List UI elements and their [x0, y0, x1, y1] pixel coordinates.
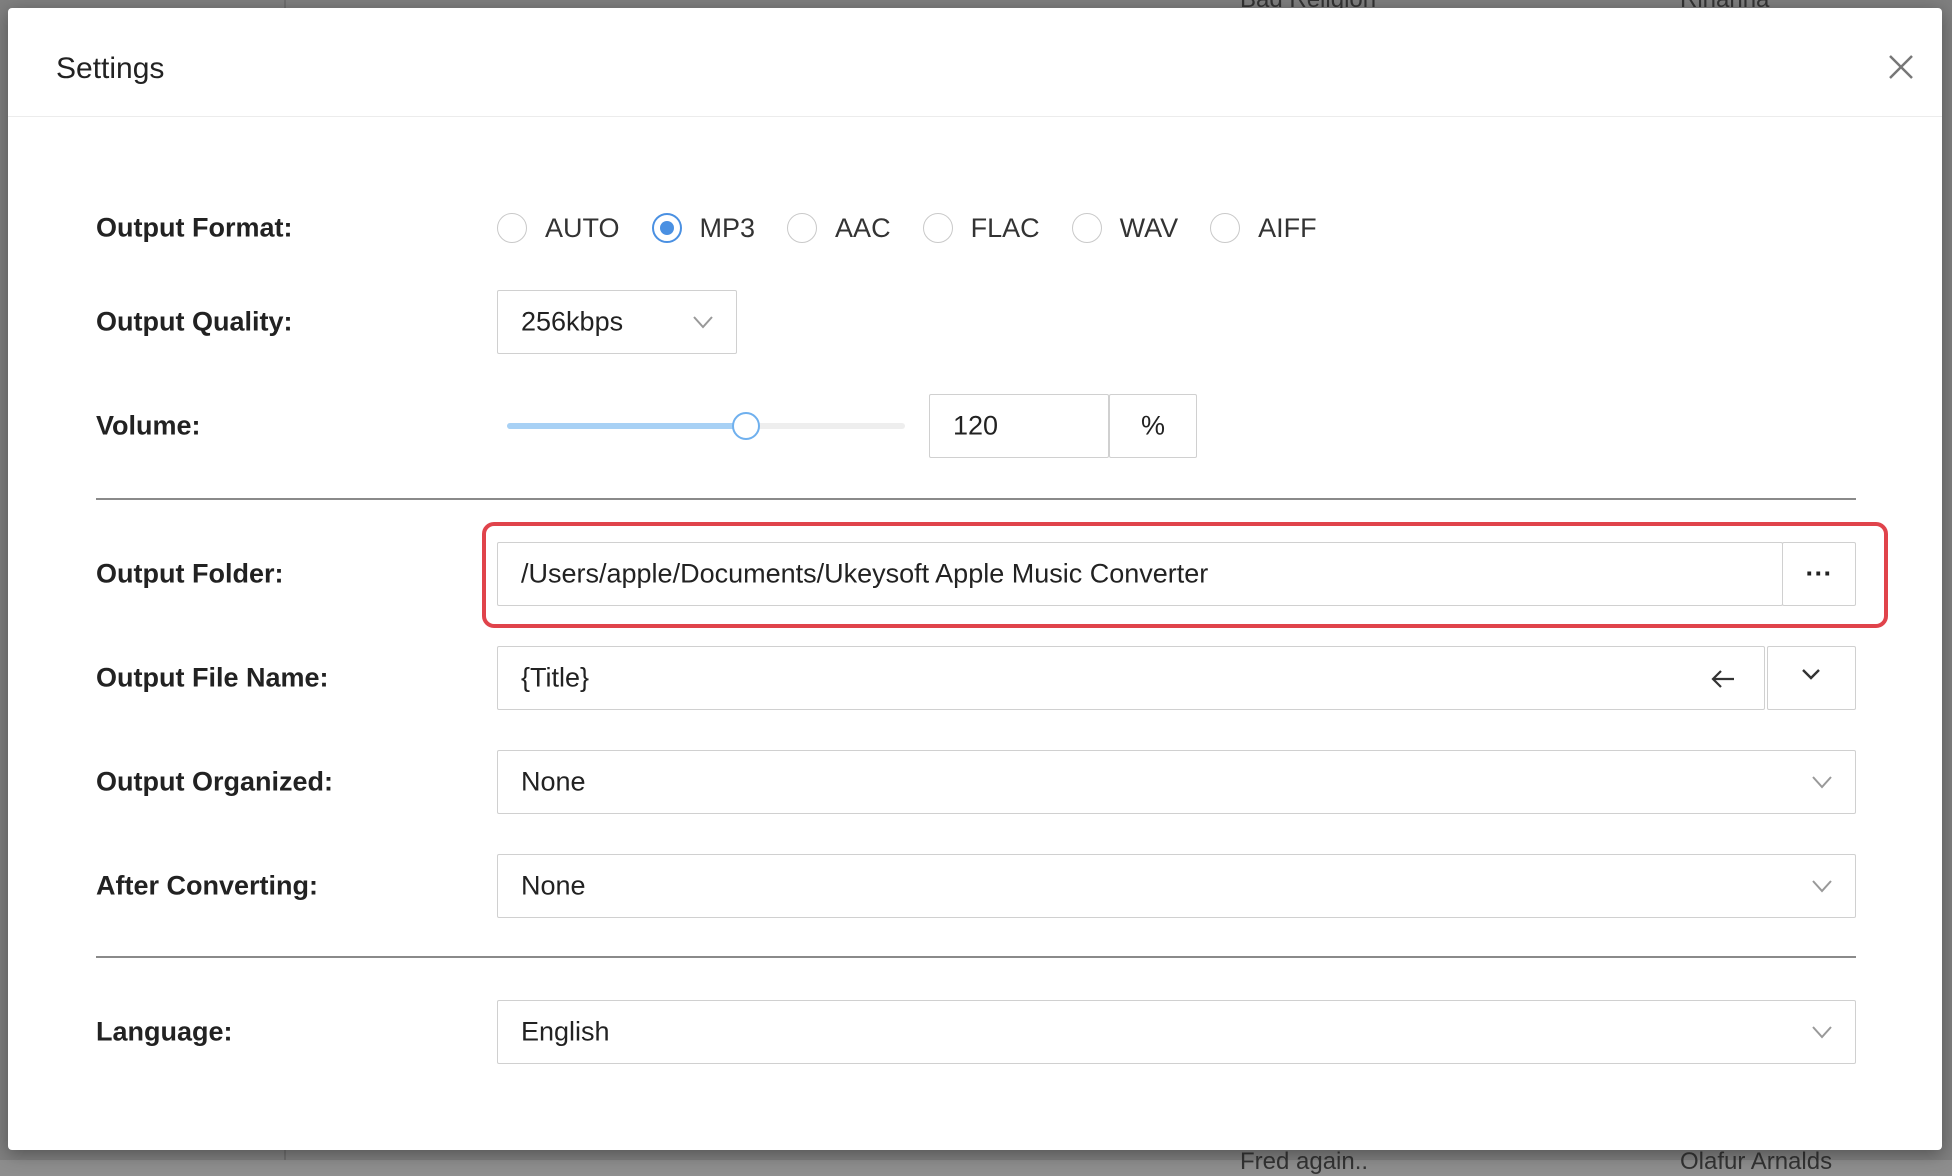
radio-button[interactable]	[497, 213, 527, 243]
format-option-label: AIFF	[1258, 212, 1317, 243]
volume-label: Volume:	[96, 410, 201, 441]
output-folder-value: /Users/apple/Documents/Ukeysoft Apple Mu…	[521, 558, 1209, 589]
settings-dialog: Settings Output Format: AUTO MP3 AAC FLA	[8, 8, 1942, 1150]
output-organized-value: None	[521, 766, 586, 797]
chevron-down-icon	[1802, 669, 1820, 680]
language-row: Language: English	[96, 1000, 1942, 1064]
format-option-label: MP3	[699, 212, 756, 243]
slider-track[interactable]	[507, 412, 905, 440]
output-file-name-input[interactable]: {Title}	[497, 646, 1765, 710]
more-icon: ···	[1805, 558, 1833, 589]
format-option-label: AUTO	[545, 212, 620, 243]
after-converting-value: None	[521, 870, 586, 901]
output-file-name-row: Output File Name: {Title}	[96, 646, 1942, 710]
output-format-label: Output Format:	[96, 212, 293, 243]
volume-input[interactable]: 120	[929, 394, 1109, 458]
format-option-label: AAC	[835, 212, 891, 243]
radio-button[interactable]	[1210, 213, 1241, 243]
format-option-aac[interactable]: AAC	[787, 213, 891, 244]
after-converting-row: After Converting: None	[96, 854, 1942, 918]
output-format-row: Output Format: AUTO MP3 AAC FLAC WAV AIF…	[96, 196, 1942, 260]
output-organized-select[interactable]: None	[497, 750, 1856, 814]
format-option-label: FLAC	[970, 212, 1040, 243]
output-quality-row: Output Quality: 256kbps	[96, 290, 1942, 354]
chevron-down-icon	[1812, 880, 1832, 893]
radio-button[interactable]	[922, 213, 953, 243]
section-divider	[96, 498, 1856, 500]
volume-unit-label: %	[1140, 410, 1165, 441]
output-organized-row: Output Organized: None	[96, 750, 1942, 814]
section-divider	[96, 956, 1856, 958]
format-option-wav[interactable]: WAV	[1071, 212, 1179, 244]
background-artist-3: Fred again..	[1240, 1148, 1369, 1175]
after-converting-label: After Converting:	[96, 870, 318, 901]
chevron-down-icon	[693, 316, 713, 329]
radio-button-selected[interactable]	[651, 213, 682, 243]
format-option-label: WAV	[1119, 212, 1179, 243]
chevron-down-icon	[1812, 1026, 1832, 1039]
format-option-flac[interactable]: FLAC	[922, 212, 1040, 244]
slider-fill	[507, 423, 746, 429]
output-organized-label: Output Organized:	[96, 766, 333, 797]
close-icon[interactable]	[1886, 52, 1916, 82]
format-option-auto[interactable]: AUTO	[497, 213, 620, 244]
language-label: Language:	[96, 1016, 233, 1047]
volume-row: Volume: 120 %	[96, 394, 1942, 458]
radio-button[interactable]	[787, 213, 818, 243]
after-converting-select[interactable]: None	[497, 854, 1856, 918]
volume-value: 120	[953, 410, 999, 441]
dialog-title: Settings	[56, 52, 165, 85]
file-name-tag-dropdown[interactable]	[1767, 646, 1856, 710]
format-option-mp3[interactable]: MP3	[651, 212, 756, 244]
dialog-header: Settings	[8, 8, 1942, 117]
output-folder-row: Output Folder: /Users/apple/Documents/Uk…	[96, 542, 1942, 606]
output-quality-select[interactable]: 256kbps	[497, 290, 737, 354]
browse-folder-button[interactable]: ···	[1782, 542, 1856, 606]
language-select[interactable]: English	[497, 1000, 1856, 1064]
output-file-name-value: {Title}	[521, 662, 590, 693]
volume-unit: %	[1109, 394, 1197, 458]
output-quality-value: 256kbps	[521, 306, 624, 337]
output-format-radio-group: AUTO MP3 AAC FLAC WAV AIFF	[497, 196, 1349, 260]
output-file-name-label: Output File Name:	[96, 662, 329, 693]
slider-thumb[interactable]	[731, 412, 760, 440]
background-artist-4: Olafur Arnalds	[1680, 1148, 1833, 1175]
format-option-aiff[interactable]: AIFF	[1210, 213, 1317, 244]
backspace-arrow-icon[interactable]	[1710, 668, 1736, 690]
volume-slider[interactable]	[497, 394, 917, 458]
radio-button[interactable]	[1071, 213, 1102, 243]
chevron-down-icon	[1812, 776, 1832, 789]
output-folder-label: Output Folder:	[96, 558, 284, 589]
output-quality-label: Output Quality:	[96, 306, 293, 337]
language-value: English	[521, 1016, 610, 1047]
output-folder-input[interactable]: /Users/apple/Documents/Ukeysoft Apple Mu…	[497, 542, 1783, 606]
